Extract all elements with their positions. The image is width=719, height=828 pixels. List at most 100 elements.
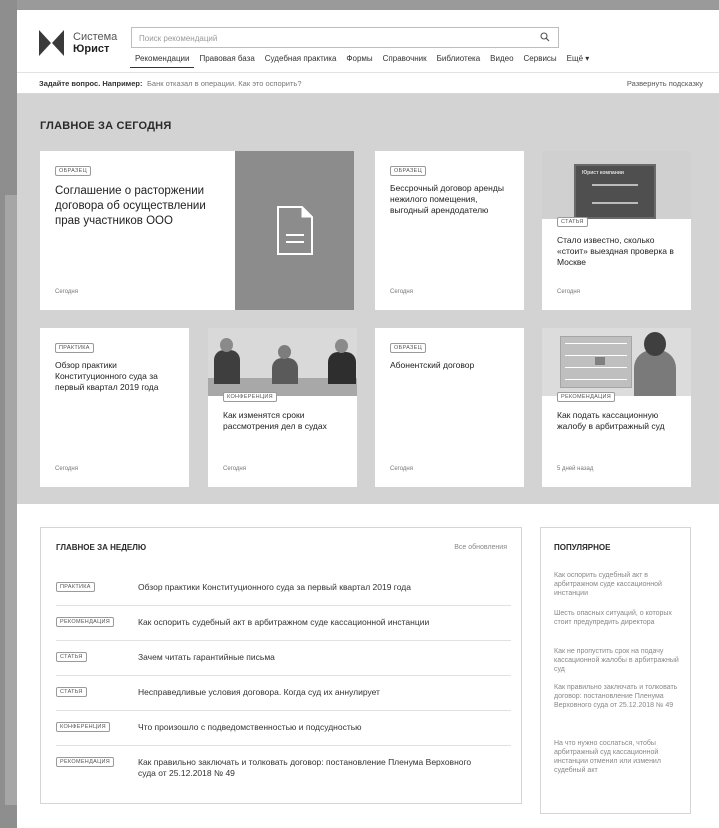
card-badge: ПРАКТИКА bbox=[55, 343, 94, 353]
person-silhouette bbox=[272, 358, 298, 384]
logo[interactable]: Система Юрист bbox=[39, 30, 117, 56]
calendar-illustration bbox=[560, 336, 632, 388]
card-date: Сегодня bbox=[55, 466, 78, 472]
search-box bbox=[131, 27, 559, 48]
nav-library[interactable]: Библиотека bbox=[432, 54, 486, 68]
popular-link[interactable]: Как правильно заключать и толковать дого… bbox=[554, 683, 682, 710]
hint-bar: Задайте вопрос. Например: Банк отказал в… bbox=[17, 72, 719, 94]
popular-link[interactable]: Шесть опасных ситуаций, о которых стоит … bbox=[554, 609, 682, 627]
week-list-item[interactable]: РЕКОМЕНДАЦИЯ Как правильно заключать и т… bbox=[56, 746, 511, 790]
week-item-text: Обзор практики Конституционного суда за … bbox=[138, 582, 411, 592]
search-input[interactable] bbox=[132, 29, 522, 48]
nav-recommendations[interactable]: Рекомендации bbox=[130, 54, 195, 68]
main-nav: Рекомендации Правовая база Судебная прак… bbox=[130, 54, 594, 68]
week-item-badge: РЕКОМЕНДАЦИЯ bbox=[56, 757, 114, 767]
week-item-text: Что произошло с подведомственностью и по… bbox=[138, 722, 362, 732]
card-title: Как изменятся сроки рассмотрения дел в с… bbox=[223, 410, 327, 431]
magazine-title: Юрист компании bbox=[582, 170, 624, 176]
person-illustration bbox=[634, 350, 676, 396]
background-strip-inner bbox=[5, 195, 17, 805]
nav-reference[interactable]: Справочник bbox=[378, 54, 432, 68]
week-list-item[interactable]: РЕКОМЕНДАЦИЯ Как оспорить судебный акт в… bbox=[56, 606, 511, 641]
card-title: Стало известно, сколько «стоит» выездная… bbox=[557, 235, 674, 267]
card-title: Бессрочный договор аренды нежилого помещ… bbox=[390, 183, 504, 215]
person-head bbox=[278, 345, 291, 359]
person-silhouette bbox=[214, 350, 240, 384]
week-item-text: Как правильно заключать и толковать дого… bbox=[138, 757, 472, 778]
nav-forms[interactable]: Формы bbox=[341, 54, 377, 68]
week-item-badge: РЕКОМЕНДАЦИЯ bbox=[56, 617, 114, 627]
popular-section-title: ПОПУЛЯРНОЕ bbox=[554, 543, 611, 552]
card-title: Обзор практики Конституционного суда за … bbox=[55, 360, 159, 392]
card-title: Соглашение о расторжении договора об осу… bbox=[55, 185, 206, 227]
nav-services[interactable]: Сервисы bbox=[519, 54, 562, 68]
card-date: Сегодня bbox=[55, 289, 78, 295]
card-date: 5 дней назад bbox=[557, 466, 594, 472]
document-icon bbox=[277, 206, 313, 255]
today-section-title: ГЛАВНОЕ ЗА СЕГОДНЯ bbox=[40, 120, 172, 132]
logo-line2: Юрист bbox=[73, 43, 110, 55]
card-title: Абонентский договор bbox=[390, 360, 475, 370]
person-head bbox=[335, 339, 348, 353]
week-item-badge: СТАТЬЯ bbox=[56, 687, 87, 697]
nav-video[interactable]: Видео bbox=[485, 54, 518, 68]
today-card[interactable]: Юрист компании СТАТЬЯ Стало известно, ск… bbox=[542, 151, 691, 310]
today-card[interactable]: КОНФЕРЕНЦИЯ Как изменятся сроки рассмотр… bbox=[208, 328, 357, 487]
card-badge: ОБРАЗЕЦ bbox=[55, 166, 91, 176]
week-section: ГЛАВНОЕ ЗА НЕДЕЛЮ Все обновления ПРАКТИК… bbox=[40, 527, 522, 804]
week-section-title: ГЛАВНОЕ ЗА НЕДЕЛЮ bbox=[56, 543, 147, 552]
card-date: Сегодня bbox=[223, 466, 246, 472]
card-image-magazine: Юрист компании bbox=[542, 151, 691, 219]
card-photo-conference bbox=[208, 328, 357, 396]
week-list-item[interactable]: СТАТЬЯ Несправедливые условия договора. … bbox=[56, 676, 511, 711]
card-badge: ОБРАЗЕЦ bbox=[390, 166, 426, 176]
popular-link[interactable]: Как оспорить судебный акт в арбитражном … bbox=[554, 571, 682, 598]
person-head bbox=[220, 338, 233, 352]
popular-section: ПОПУЛЯРНОЕ Как оспорить судебный акт в а… bbox=[540, 527, 691, 814]
week-list-item[interactable]: ПРАКТИКА Обзор практики Конституционного… bbox=[56, 572, 511, 606]
card-badge: РЕКОМЕНДАЦИЯ bbox=[557, 392, 615, 402]
card-image-panel bbox=[235, 151, 354, 310]
today-card-featured[interactable]: ОБРАЗЕЦ Соглашение о расторжении договор… bbox=[40, 151, 354, 310]
today-section: ГЛАВНОЕ ЗА СЕГОДНЯ ОБРАЗЕЦ Соглашение о … bbox=[17, 94, 719, 504]
nav-legal-base[interactable]: Правовая база bbox=[194, 54, 259, 68]
card-badge: КОНФЕРЕНЦИЯ bbox=[223, 392, 277, 402]
hint-example-link[interactable]: Банк отказал в операции. Как это оспорит… bbox=[147, 79, 302, 88]
today-card[interactable]: РЕКОМЕНДАЦИЯ Как подать кассационную жал… bbox=[542, 328, 691, 487]
person-illustration-head bbox=[644, 332, 666, 356]
week-list-item[interactable]: КОНФЕРЕНЦИЯ Что произошло с подведомстве… bbox=[56, 711, 511, 746]
background-strip bbox=[0, 0, 17, 828]
week-item-text: Несправедливые условия договора. Когда с… bbox=[138, 687, 380, 697]
page: Система Юрист Рекомендации Правовая база… bbox=[17, 10, 719, 828]
all-updates-link[interactable]: Все обновления bbox=[454, 544, 507, 551]
logo-text: Система Юрист bbox=[73, 31, 117, 55]
card-date: Сегодня bbox=[390, 466, 413, 472]
logo-line1: Система bbox=[73, 31, 118, 43]
magazine-cover: Юрист компании bbox=[574, 164, 656, 219]
header: Система Юрист Рекомендации Правовая база… bbox=[17, 10, 719, 72]
week-item-text: Зачем читать гарантийные письма bbox=[138, 652, 275, 662]
week-item-badge: СТАТЬЯ bbox=[56, 652, 87, 662]
search-icon[interactable] bbox=[540, 32, 550, 42]
today-card[interactable]: ОБРАЗЕЦ Бессрочный договор аренды нежило… bbox=[375, 151, 524, 310]
today-card[interactable]: ПРАКТИКА Обзор практики Конституционного… bbox=[40, 328, 189, 487]
hint-label: Задайте вопрос. Например: bbox=[39, 79, 143, 88]
today-card[interactable]: ОБРАЗЕЦ Абонентский договор Сегодня bbox=[375, 328, 524, 487]
card-date: Сегодня bbox=[557, 289, 580, 295]
week-list-item[interactable]: СТАТЬЯ Зачем читать гарантийные письма bbox=[56, 641, 511, 676]
logo-icon bbox=[39, 30, 67, 56]
nav-court-practice[interactable]: Судебная практика bbox=[260, 54, 342, 68]
magazine-text-block bbox=[592, 184, 638, 204]
week-item-badge: КОНФЕРЕНЦИЯ bbox=[56, 722, 110, 732]
expand-hint-link[interactable]: Развернуть подсказку bbox=[627, 79, 703, 88]
card-badge: ОБРАЗЕЦ bbox=[390, 343, 426, 353]
popular-link[interactable]: На что нужно сослаться, чтобы арбитражны… bbox=[554, 739, 682, 775]
card-title: Как подать кассационную жалобу в арбитра… bbox=[557, 410, 665, 431]
card-illustration-calendar bbox=[542, 328, 691, 396]
nav-more-dropdown[interactable]: Ещё ▾ bbox=[562, 54, 595, 68]
person-silhouette bbox=[328, 352, 356, 384]
popular-link[interactable]: Как не пропустить срок на подачу кассаци… bbox=[554, 647, 682, 674]
week-item-badge: ПРАКТИКА bbox=[56, 582, 95, 592]
card-date: Сегодня bbox=[390, 289, 413, 295]
card-badge: СТАТЬЯ bbox=[557, 217, 588, 227]
